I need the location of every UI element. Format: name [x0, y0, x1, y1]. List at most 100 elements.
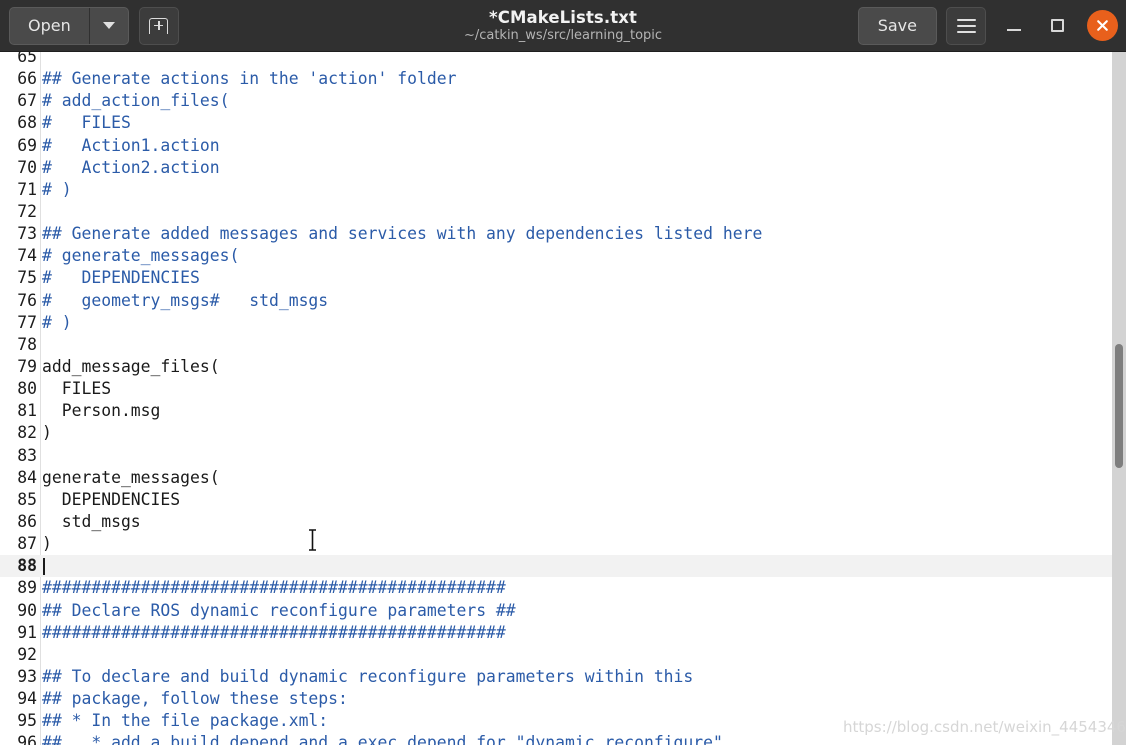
line-number: 86: [17, 511, 37, 531]
line-number: 89: [17, 578, 37, 598]
line-text: FILES: [42, 379, 112, 399]
line-text: # ): [42, 312, 72, 332]
line-number: 87: [17, 534, 37, 554]
line-text: # Action2.action: [42, 157, 220, 177]
line-text: ## Declare ROS dynamic reconfigure param…: [42, 600, 516, 620]
header-left-controls: Open: [0, 6, 179, 45]
line-number: 81: [17, 401, 37, 421]
line-text: ## To declare and build dynamic reconfig…: [42, 666, 694, 686]
line-text: DEPENDENCIES: [42, 489, 181, 509]
code-editor-area[interactable]: 65 66 ## Generate actions in the 'action' …: [0, 52, 1126, 745]
code-line[interactable]: 66 ## Generate actions in the 'action' fo…: [0, 68, 1126, 90]
line-number: 71: [17, 179, 37, 199]
line-number: 77: [17, 312, 37, 332]
line-text: ## * add a build_depend and a exec_depen…: [42, 733, 723, 745]
code-line[interactable]: 69 # Action1.action: [0, 135, 1126, 157]
watermark-text: https://blog.csdn.net/weixin_44543463: [843, 718, 1126, 736]
open-split-button[interactable]: Open: [9, 6, 129, 45]
line-number: 94: [17, 689, 37, 709]
code-line[interactable]: 82): [0, 422, 1126, 444]
line-number: 82: [17, 423, 37, 443]
vertical-scrollbar-thumb[interactable]: [1115, 344, 1123, 468]
code-line[interactable]: 91 ######################################…: [0, 622, 1126, 644]
line-text: ): [42, 534, 52, 554]
line-number: 93: [17, 666, 37, 686]
line-number: 90: [17, 600, 37, 620]
code-line[interactable]: 90 ## Declare ROS dynamic reconfigure par…: [0, 600, 1126, 622]
code-line[interactable]: 86 std_msgs: [0, 511, 1126, 533]
code-line[interactable]: 73 ## Generate added messages and service…: [0, 223, 1126, 245]
open-recent-dropdown-button[interactable]: [90, 8, 128, 44]
line-number: 65: [17, 52, 37, 66]
code-line[interactable]: 77 # ): [0, 312, 1126, 334]
text-caret: [43, 558, 45, 576]
line-text: ## * In the file package.xml:: [42, 711, 329, 731]
line-text: generate_messages(: [42, 467, 220, 487]
maximize-icon: [1050, 19, 1064, 32]
line-number: 83: [17, 445, 37, 465]
code-line[interactable]: 75 # DEPENDENCIES: [0, 267, 1126, 289]
main-menu-button[interactable]: [946, 6, 986, 45]
line-number: 76: [17, 290, 37, 310]
line-text: std_msgs: [42, 511, 141, 531]
code-line[interactable]: 94 ## package, follow these steps:: [0, 688, 1126, 710]
code-line[interactable]: 93 ## To declare and build dynamic reconf…: [0, 666, 1126, 688]
window-header-bar: Open Save *CMakeLists.txt ~/catkin_ws/sr…: [0, 0, 1126, 52]
code-line[interactable]: 89 ######################################…: [0, 577, 1126, 599]
line-number: 72: [17, 201, 37, 221]
document-title: *CMakeLists.txt: [489, 8, 637, 27]
line-number: 88: [17, 556, 37, 576]
code-line[interactable]: 79 add_message_files(: [0, 356, 1126, 378]
code-line[interactable]: 71 # ): [0, 179, 1126, 201]
code-line[interactable]: 65: [0, 52, 1126, 68]
minimize-button[interactable]: [999, 11, 1029, 41]
code-line[interactable]: 68 # FILES: [0, 112, 1126, 134]
code-line[interactable]: 76 # geometry_msgs# std_msgs: [0, 290, 1126, 312]
line-text: # DEPENDENCIES: [42, 268, 200, 288]
line-number: 68: [17, 113, 37, 133]
save-button[interactable]: Save: [857, 6, 937, 45]
line-number: 85: [17, 489, 37, 509]
line-text: # ): [42, 179, 72, 199]
line-number: 74: [17, 246, 37, 266]
code-line[interactable]: 74 # generate_messages(: [0, 245, 1126, 267]
code-line[interactable]: 87): [0, 533, 1126, 555]
code-line[interactable]: 84 generate_messages(: [0, 467, 1126, 489]
code-line[interactable]: 72: [0, 201, 1126, 223]
document-path: ~/catkin_ws/src/learning_topic: [463, 28, 663, 43]
header-right-controls: Save: [857, 6, 1126, 45]
hamburger-menu-icon: [956, 18, 976, 33]
code-line[interactable]: 70 # Action2.action: [0, 157, 1126, 179]
open-button[interactable]: Open: [10, 8, 89, 44]
line-text: # generate_messages(: [42, 246, 240, 266]
vertical-scrollbar-trough[interactable]: [1112, 52, 1126, 745]
code-line[interactable]: 80 FILES: [0, 378, 1126, 400]
new-document-icon: [149, 17, 169, 34]
code-line[interactable]: 81 Person.msg: [0, 400, 1126, 422]
line-number: 69: [17, 135, 37, 155]
close-button[interactable]: [1087, 10, 1118, 41]
line-number: 80: [17, 379, 37, 399]
line-text: ## package, follow these steps:: [42, 689, 348, 709]
code-line[interactable]: 83: [0, 445, 1126, 467]
maximize-button[interactable]: [1042, 11, 1072, 41]
line-text: # geometry_msgs# std_msgs: [42, 290, 329, 310]
line-number: 84: [17, 467, 37, 487]
text-editor-window: Open Save *CMakeLists.txt ~/catkin_ws/sr…: [0, 0, 1126, 745]
code-line[interactable]: 88: [0, 555, 1126, 578]
chevron-down-icon: [102, 22, 115, 29]
line-number: 70: [17, 157, 37, 177]
code-line[interactable]: 85 DEPENDENCIES: [0, 489, 1126, 511]
line-number: 95: [17, 711, 37, 731]
code-line[interactable]: 67 # add_action_files(: [0, 90, 1126, 112]
code-lines-container[interactable]: 65 66 ## Generate actions in the 'action' …: [0, 52, 1126, 745]
new-document-button[interactable]: [138, 6, 179, 45]
code-line[interactable]: 78: [0, 334, 1126, 356]
line-text: ): [42, 423, 52, 443]
line-number: 92: [17, 644, 37, 664]
code-line[interactable]: 92: [0, 644, 1126, 666]
line-text: add_message_files(: [42, 356, 220, 376]
minimize-icon: [1007, 28, 1021, 31]
line-number: 91: [17, 622, 37, 642]
line-number: 66: [17, 69, 37, 89]
